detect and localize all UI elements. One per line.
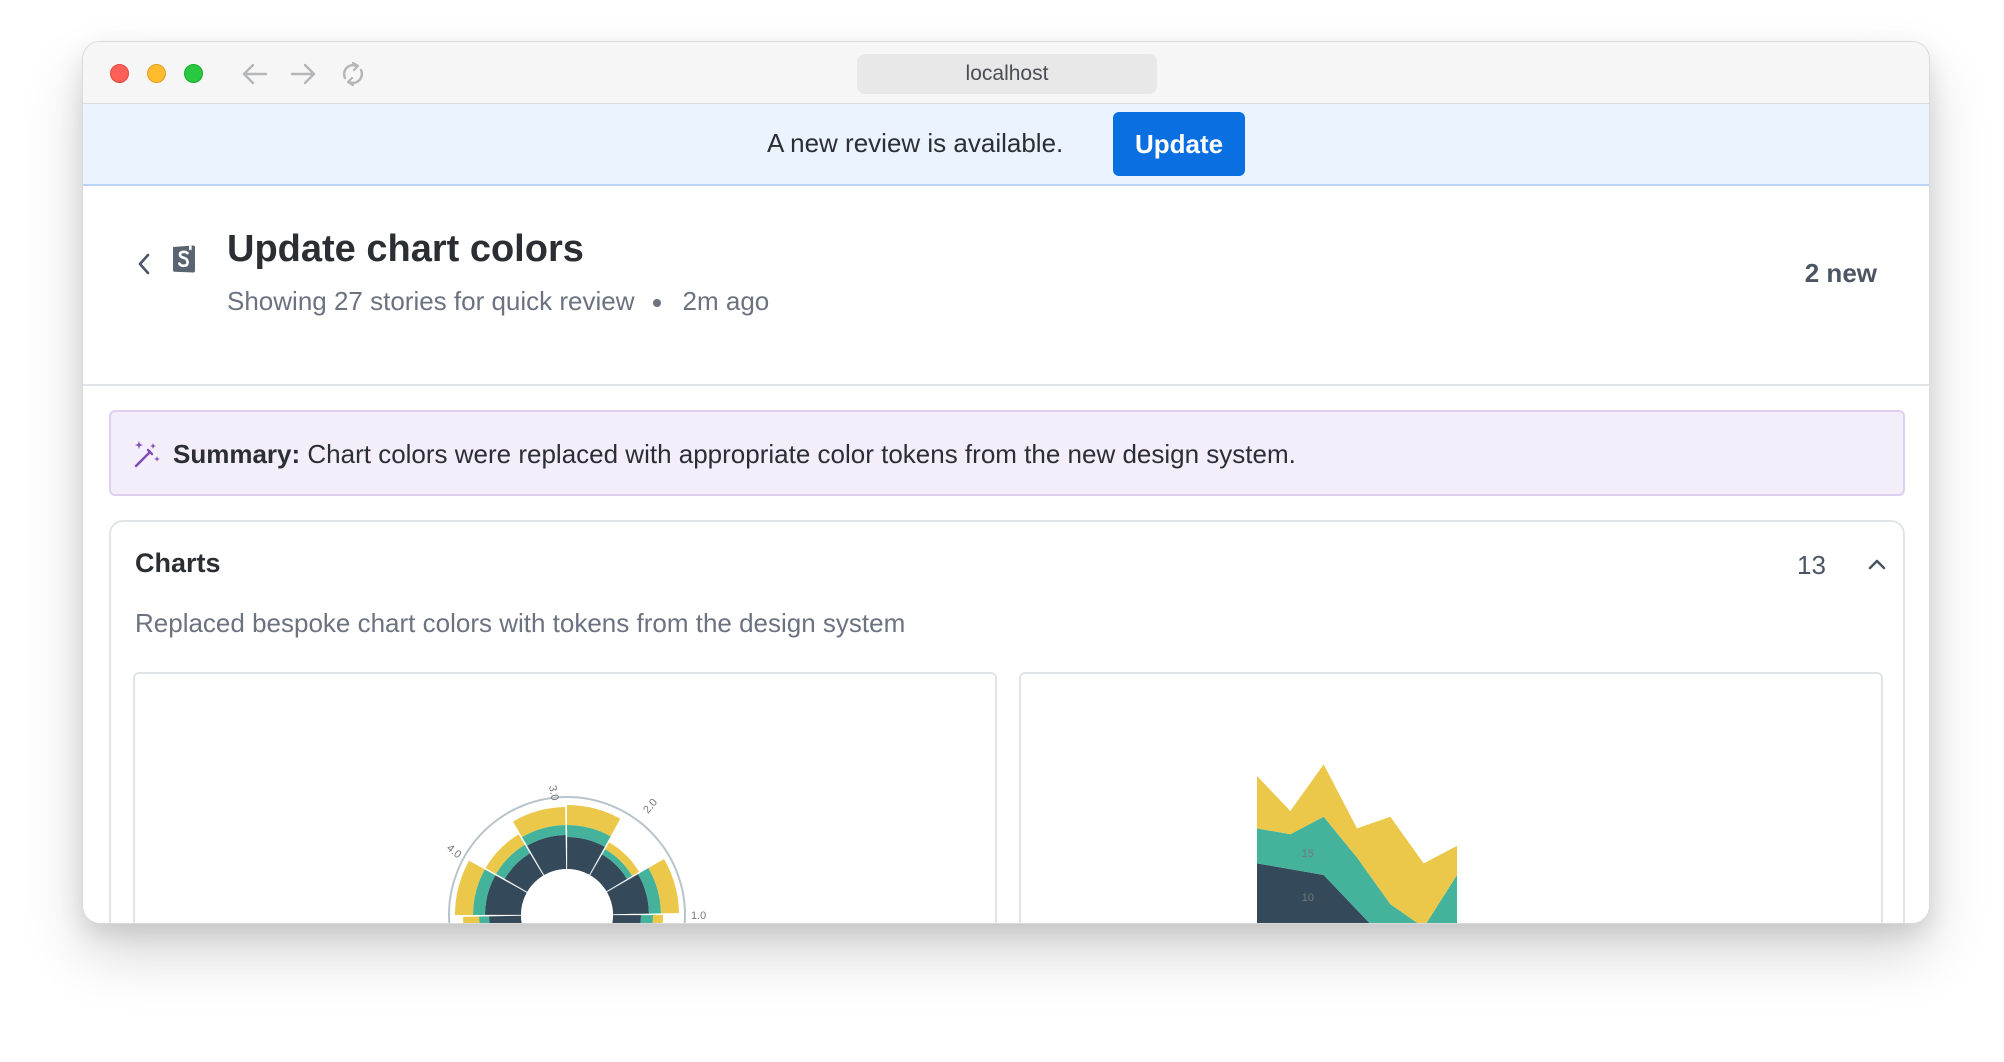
close-window-button[interactable] [110, 64, 129, 83]
summary-label: Summary: [173, 439, 301, 469]
y-tick-label: 10 [1302, 892, 1314, 904]
timestamp-text: 2m ago [682, 286, 770, 316]
address-bar[interactable]: localhost [857, 54, 1157, 94]
group-count: 13 [1797, 550, 1826, 580]
banner-message: A new review is available. [767, 128, 1064, 158]
summary-body: Chart colors were replaced with appropri… [307, 439, 1296, 469]
update-button[interactable]: Update [1113, 112, 1245, 176]
review-header: Update chart colors Showing 27 stories f… [83, 188, 1929, 386]
chevron-up-icon[interactable] [1865, 554, 1889, 574]
update-banner: A new review is available. Update [83, 104, 1929, 186]
page-title: Update chart colors [227, 228, 584, 270]
magic-wand-icon [134, 441, 160, 468]
story-count-text: Showing 27 stories for quick review [227, 286, 635, 316]
page-subtitle: Showing 27 stories for quick review 2m ag… [227, 286, 769, 317]
group-title: Charts [135, 548, 221, 578]
charts-group-card: Charts 13 Replaced bespoke chart colors … [109, 520, 1905, 923]
back-arrow-icon[interactable] [241, 61, 269, 87]
y-tick-label: 15 [1302, 848, 1314, 860]
maximize-window-button[interactable] [184, 64, 203, 83]
stacked-area-chart: 15 10 5 [1257, 764, 1457, 923]
summary-text: Summary: Chart colors were replaced with… [173, 439, 1296, 470]
radial-tick-label: 2.0 [641, 796, 660, 815]
summary-callout: Summary: Chart colors were replaced with… [109, 410, 1905, 496]
storybook-logo-icon [173, 245, 195, 273]
chevron-left-icon[interactable] [135, 250, 153, 278]
story-preview-area-chart[interactable]: 15 10 5 [1019, 672, 1883, 923]
separator-dot [652, 299, 661, 308]
browser-window: localhost A new review is available. Upd… [82, 41, 1930, 924]
minimize-window-button[interactable] [147, 64, 166, 83]
new-count-badge: 2 new [1804, 258, 1877, 288]
browser-titlebar: localhost [83, 42, 1929, 104]
radial-tick-label: 4.0 [444, 842, 463, 861]
radial-bar-chart: 3.0 2.0 1.0 4.0 [444, 784, 706, 923]
reload-icon[interactable] [339, 61, 367, 87]
story-preview-radial-chart[interactable]: 3.0 2.0 1.0 4.0 [133, 672, 997, 923]
group-description: Replaced bespoke chart colors with token… [135, 608, 906, 638]
forward-arrow-icon[interactable] [289, 61, 317, 87]
area-layers-group [1257, 764, 1457, 923]
radial-tick-label: 1.0 [691, 910, 706, 922]
